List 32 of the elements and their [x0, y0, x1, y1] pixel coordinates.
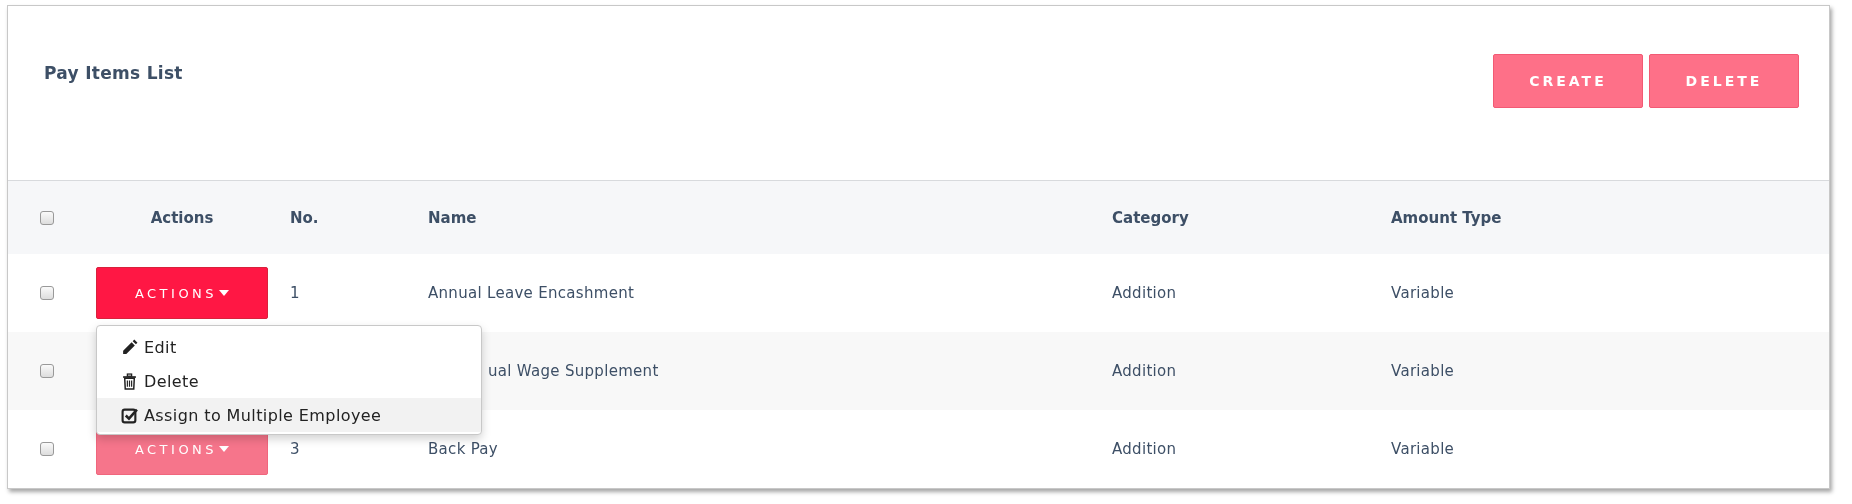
- trash-icon: [121, 372, 138, 390]
- caret-icon: [219, 446, 230, 452]
- table-cell-text: Variable: [1390, 362, 1455, 380]
- column-header: Amount Type: [1390, 208, 1502, 227]
- table-cell-text: Addition: [1111, 362, 1177, 380]
- select-all-checkbox[interactable]: [40, 210, 54, 225]
- table-cell-text: 3: [289, 440, 300, 458]
- menu-item[interactable]: Edit: [97, 330, 481, 364]
- row-checkbox[interactable]: [40, 286, 54, 300]
- table-cell-text: Addition: [1111, 284, 1177, 302]
- table-cell-text: Annual Leave Encashment: [427, 284, 635, 302]
- table-cell-text: Variable: [1390, 284, 1455, 302]
- table-cell-text: ual Wage Supplement: [487, 362, 659, 380]
- actions-button[interactable]: ACTIONS: [96, 267, 268, 319]
- checkbox-icon: [121, 406, 138, 424]
- column-header: Category: [1111, 208, 1189, 227]
- column-header: Actions: [150, 208, 214, 227]
- row-checkbox[interactable]: [40, 442, 54, 456]
- table-cell-text: 1: [289, 284, 300, 302]
- header-button[interactable]: DELETE: [1649, 54, 1799, 108]
- column-header: No.: [289, 208, 319, 227]
- table-cell-text: Back Pay: [427, 440, 499, 458]
- pencil-icon: [121, 338, 138, 356]
- page-title: Pay Items List: [44, 63, 183, 83]
- table-cell-text: Addition: [1111, 440, 1177, 458]
- menu-item[interactable]: Assign to Multiple Employee: [97, 398, 481, 432]
- caret-icon: [219, 290, 230, 296]
- table-cell-text: Variable: [1390, 440, 1455, 458]
- row-checkbox[interactable]: [40, 364, 54, 378]
- header-button[interactable]: CREATE: [1493, 54, 1643, 108]
- menu-item[interactable]: Delete: [97, 364, 481, 398]
- column-header: Name: [427, 208, 477, 227]
